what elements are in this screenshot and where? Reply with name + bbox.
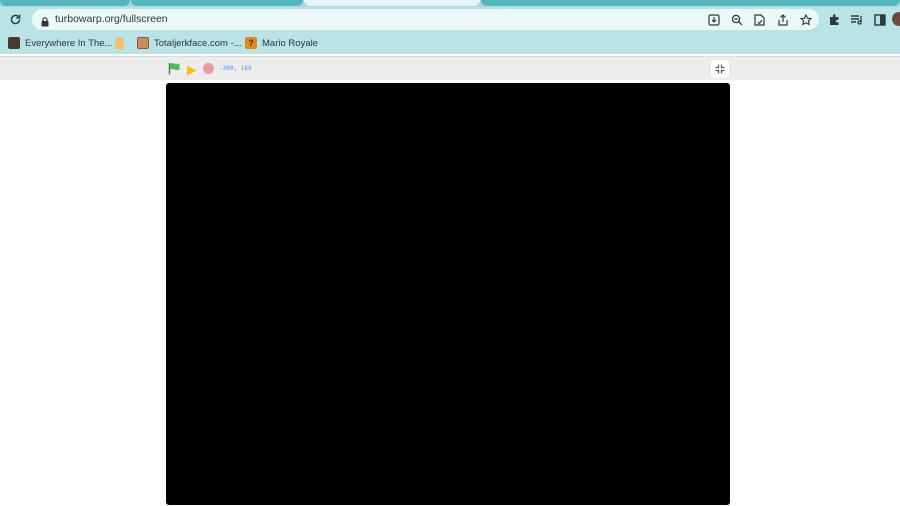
bookmark-star-icon[interactable] [798, 12, 813, 27]
bookmark-label: Mario Royale [262, 37, 318, 49]
bookmark-item[interactable]: Totaljerkface.com -... [137, 36, 242, 50]
lock-icon[interactable] [41, 14, 49, 32]
painting-favicon-icon [8, 37, 20, 49]
tab[interactable] [131, 0, 303, 6]
bookmark-label: Everywhere In The... [25, 37, 113, 49]
play-icon[interactable] [186, 63, 197, 81]
player-controls-bar: -200, 169 [0, 56, 900, 80]
exit-fullscreen-icon[interactable] [711, 60, 729, 78]
tab[interactable] [481, 0, 900, 6]
bookmarks-bar: Everywhere In The... Totaljerkface.com -… [0, 32, 900, 54]
tab[interactable] [0, 0, 130, 6]
browser-toolbar: turbowarp.org/fullscreen [0, 7, 900, 32]
bookmark-label: Totaljerkface.com -... [154, 37, 242, 49]
side-panel-icon[interactable] [872, 12, 887, 27]
address-bar[interactable]: turbowarp.org/fullscreen [32, 9, 819, 30]
tjf-favicon-icon [137, 37, 149, 49]
bookmark-item[interactable]: Everywhere In The... [8, 36, 112, 50]
extensions-icon[interactable] [826, 12, 841, 27]
reload-icon[interactable] [6, 10, 24, 28]
mouse-coordinates: -200, 169 [219, 65, 252, 72]
project-stage[interactable] [166, 83, 730, 505]
tab-active[interactable] [304, 0, 480, 6]
question-block-favicon-icon: ? [245, 37, 257, 49]
install-app-icon[interactable] [706, 12, 721, 27]
zoom-icon[interactable] [729, 12, 744, 27]
green-flag-icon[interactable] [168, 62, 181, 80]
note-favicon-icon [115, 37, 124, 49]
profile-avatar[interactable] [892, 12, 900, 26]
url-text[interactable]: turbowarp.org/fullscreen [55, 13, 168, 25]
tab-strip [0, 0, 900, 7]
bookmark-item[interactable]: ? Mario Royale [245, 36, 318, 50]
page-action-icon[interactable] [752, 12, 767, 27]
stop-icon[interactable] [203, 63, 214, 74]
bookmark-item[interactable] [115, 36, 124, 50]
share-icon[interactable] [775, 12, 790, 27]
reading-list-icon[interactable] [849, 12, 864, 27]
